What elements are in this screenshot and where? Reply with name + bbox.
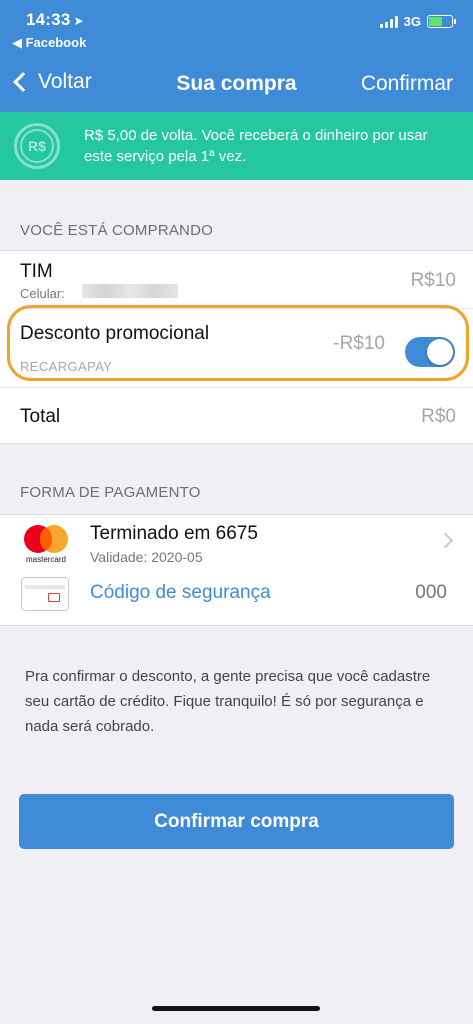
cashback-text: R$ 5,00 de volta. Você receberá o dinhei…: [84, 127, 428, 165]
confirm-purchase-button[interactable]: Confirmar compra: [19, 794, 454, 849]
card-title: Terminado em 6675: [90, 523, 258, 544]
discount-title: Desconto promocional: [20, 323, 210, 344]
total-row: Total R$0: [0, 388, 473, 443]
mastercard-icon: mastercard: [22, 525, 70, 565]
card-cvv-icon: [21, 577, 69, 611]
battery-icon: [427, 15, 456, 28]
purchase-card: TIM Celular: R$10 Desconto promocional R…: [0, 250, 473, 444]
total-value: R$0: [421, 406, 456, 427]
signal-icon: [379, 15, 398, 28]
saved-card-row[interactable]: mastercard Terminado em 6675 Validade: 2…: [0, 515, 473, 570]
confirm-nav-button[interactable]: Confirmar: [361, 72, 453, 96]
home-indicator: [152, 1006, 320, 1011]
payment-section-header: FORMA DE PAGAMENTO: [20, 484, 201, 501]
info-text: Pra confirmar o desconto, a gente precis…: [25, 668, 431, 735]
security-code-input[interactable]: [367, 582, 447, 604]
security-code-label: Código de segurança: [90, 582, 271, 603]
status-time: 14:33 ➤: [26, 10, 84, 29]
status-indicators: 3G: [379, 14, 456, 29]
discount-toggle[interactable]: [405, 337, 455, 367]
back-label: Voltar: [38, 70, 92, 93]
chevron-left-icon: [13, 72, 33, 92]
purchase-section-header: VOCÊ ESTÁ COMPRANDO: [20, 222, 213, 239]
network-type: 3G: [403, 14, 421, 29]
card-validity: Validade: 2020-05: [90, 549, 203, 565]
product-price: R$10: [410, 270, 456, 291]
redacted-phone-number: [82, 284, 178, 298]
location-arrow-icon: ➤: [73, 14, 84, 28]
product-row: TIM Celular: R$10: [0, 251, 473, 308]
discount-value: -R$10: [333, 333, 385, 354]
product-phone-label: Celular:: [20, 286, 65, 301]
cashback-icon: R$: [14, 123, 60, 169]
payment-card: mastercard Terminado em 6675 Validade: 2…: [0, 514, 473, 626]
back-button[interactable]: Voltar: [10, 70, 92, 94]
discount-provider: RECARGAPAY: [20, 359, 113, 374]
cashback-banner: R$ R$ 5,00 de volta. Você receberá o din…: [0, 112, 473, 180]
product-name: TIM: [20, 261, 53, 282]
security-code-row: Código de segurança: [0, 570, 473, 625]
header-bar: 14:33 ➤ ◀ Facebook 3G Voltar Sua compra C…: [0, 0, 473, 112]
chevron-right-icon: [437, 532, 454, 549]
toggle-knob: [427, 339, 453, 365]
discount-row: Desconto promocional RECARGAPAY -R$10: [0, 309, 473, 387]
total-label: Total: [20, 406, 61, 427]
back-to-app-link[interactable]: ◀ Facebook: [12, 35, 86, 51]
